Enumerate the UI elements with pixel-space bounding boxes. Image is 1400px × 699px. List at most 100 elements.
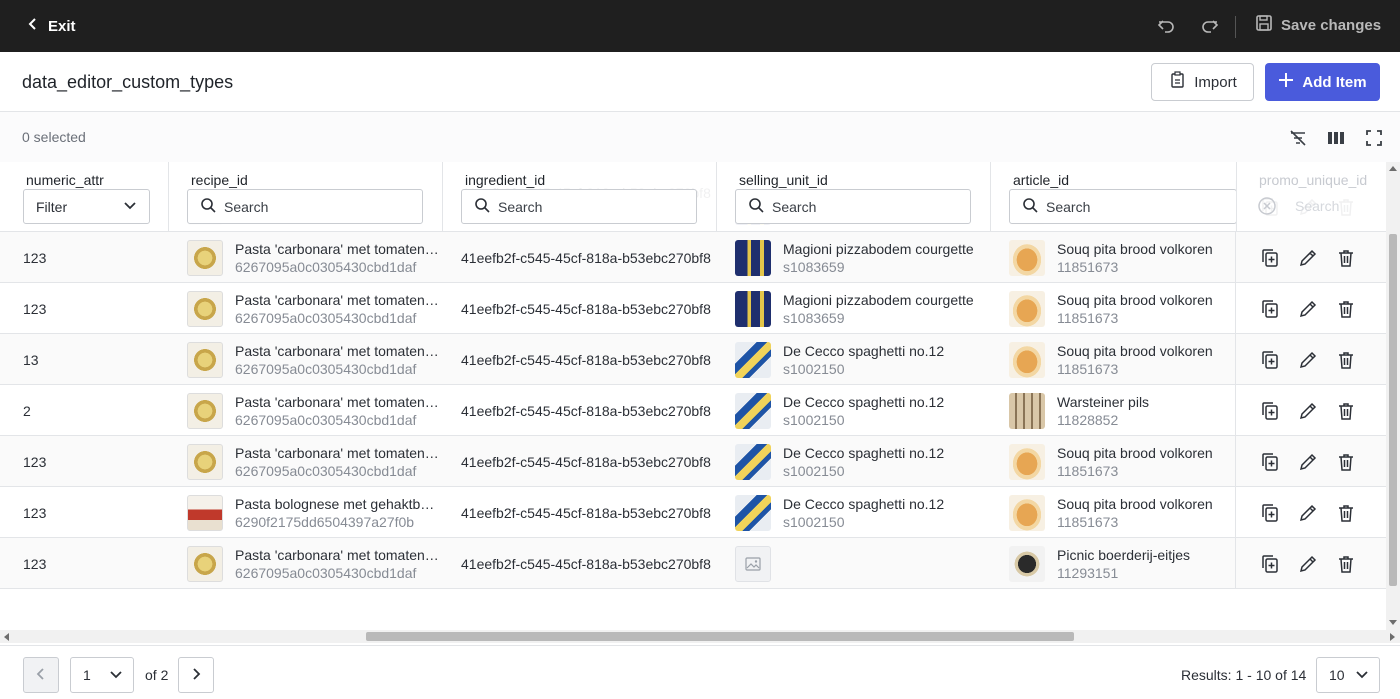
article-id: 11293151 — [1057, 564, 1119, 581]
edit-icon[interactable] — [1296, 399, 1320, 423]
article-image — [1009, 239, 1045, 276]
numeric-cell: 123 — [23, 555, 47, 572]
import-button[interactable]: Import — [1151, 63, 1254, 101]
recipe-id-search[interactable] — [187, 189, 423, 224]
article-name: Warsteiner pils — [1057, 393, 1150, 410]
scroll-left-arrow[interactable] — [4, 633, 9, 641]
article-cell: Souq pita brood volkoren 11851673 — [1009, 334, 1213, 385]
clear-circle-icon — [1257, 196, 1277, 219]
column-header-recipe-id[interactable]: recipe_id — [191, 172, 248, 188]
ingredient-id-search-input[interactable] — [498, 198, 678, 215]
recipe-image — [187, 341, 223, 378]
exit-button[interactable]: Exit — [26, 17, 76, 35]
save-changes-button[interactable]: Save changes — [1255, 14, 1381, 36]
duplicate-icon[interactable] — [1258, 552, 1282, 576]
page-size-select[interactable]: 10 — [1316, 657, 1380, 693]
import-icon — [1168, 71, 1186, 93]
row-actions — [1235, 334, 1386, 385]
article-image — [1009, 290, 1045, 327]
ingredient-cell: 41eefb2f-c545-45cf-818a-b53ebc270bf8 — [461, 555, 711, 572]
delete-icon[interactable] — [1334, 297, 1358, 321]
table-row[interactable]: 123 Pasta bolognese met gehaktballetj... 6… — [0, 487, 1386, 538]
selling-unit-image — [735, 239, 771, 276]
add-item-label: Add Item — [1302, 73, 1367, 91]
recipe-name: Pasta bolognese met gehaktballetj... — [235, 495, 441, 512]
table-row[interactable]: 13 Pasta 'carbonara' met tomatensala... 62… — [0, 334, 1386, 385]
column-divider — [990, 162, 991, 232]
chevron-down-icon — [1355, 667, 1369, 684]
previous-page-button[interactable] — [23, 657, 59, 693]
numeric-filter-select[interactable]: Filter — [23, 189, 150, 224]
scroll-right-arrow[interactable] — [1390, 633, 1395, 641]
recipe-id-search-input[interactable] — [224, 198, 404, 215]
delete-icon[interactable] — [1334, 450, 1358, 474]
delete-icon[interactable] — [1334, 399, 1358, 423]
recipe-name: Pasta 'carbonara' met tomatensala... — [235, 444, 441, 461]
duplicate-icon[interactable] — [1258, 348, 1282, 372]
divider — [1235, 16, 1236, 38]
fullscreen-icon[interactable] — [1362, 126, 1386, 150]
edit-icon[interactable] — [1296, 501, 1320, 525]
recipe-name: Pasta 'carbonara' met tomatensala... — [235, 291, 441, 308]
add-item-button[interactable]: Add Item — [1265, 63, 1380, 101]
selling-unit-name: De Cecco spaghetti no.12 — [783, 393, 945, 410]
chevron-down-icon — [123, 198, 137, 215]
ghost-search-label: Search — [1295, 198, 1340, 214]
selling-unit-cell: De Cecco spaghetti no.12 s1002150 — [735, 385, 944, 436]
clear-filters-icon[interactable] — [1286, 126, 1310, 150]
vertical-scrollbar[interactable] — [1386, 162, 1400, 632]
table-row[interactable]: 2 Pasta 'carbonara' met tomatensala... 626… — [0, 385, 1386, 436]
selling-unit-name: Magioni pizzabodem courgette — [783, 240, 974, 257]
next-page-button[interactable] — [178, 657, 214, 693]
delete-icon[interactable] — [1334, 552, 1358, 576]
delete-icon[interactable] — [1334, 246, 1358, 270]
horizontal-scroll-thumb[interactable] — [366, 632, 1074, 641]
article-id: 11828852 — [1057, 411, 1119, 428]
undo-icon[interactable] — [1154, 14, 1178, 38]
edit-icon[interactable] — [1296, 297, 1320, 321]
duplicate-icon[interactable] — [1258, 501, 1282, 525]
ingredient-id-search[interactable] — [461, 189, 697, 224]
duplicate-icon[interactable] — [1258, 399, 1282, 423]
selling-unit-cell: Magioni pizzabodem courgette s1083659 — [735, 232, 974, 283]
article-id-search[interactable] — [1009, 189, 1237, 224]
plus-icon — [1278, 72, 1294, 92]
recipe-id: 6290f2175dd6504397a27f0b — [235, 513, 415, 530]
selling-unit-id-search-input[interactable] — [772, 198, 952, 215]
recipe-id: 6267095a0c0305430cbd1daf — [235, 360, 417, 377]
edit-icon[interactable] — [1296, 552, 1320, 576]
delete-icon[interactable] — [1334, 501, 1358, 525]
column-header-article-id[interactable]: article_id — [1013, 172, 1069, 188]
delete-icon[interactable] — [1334, 348, 1358, 372]
selling-unit-cell — [735, 538, 783, 589]
edit-icon[interactable] — [1296, 348, 1320, 372]
page-select[interactable]: 1 — [70, 657, 134, 693]
selling-unit-cell: Magioni pizzabodem courgette s1083659 — [735, 283, 974, 334]
chevron-left-icon — [34, 667, 48, 684]
column-header-row: numeric_attr Filter recipe_id ingredient… — [0, 162, 1386, 232]
table-row[interactable]: 123 Pasta 'carbonara' met tomatensala... 6… — [0, 436, 1386, 487]
table-row[interactable]: 123 Pasta 'carbonara' met tomatensala... 6… — [0, 283, 1386, 334]
column-header-numeric-attr[interactable]: numeric_attr — [26, 172, 104, 188]
scroll-up-arrow[interactable] — [1389, 166, 1397, 171]
numeric-cell: 123 — [23, 504, 47, 521]
selling-unit-id-search[interactable] — [735, 189, 971, 224]
horizontal-scrollbar[interactable] — [0, 630, 1400, 643]
table-row[interactable]: 123 Pasta 'carbonara' met tomatensala... 6… — [0, 538, 1386, 589]
table-row[interactable]: 123 Pasta 'carbonara' met tomatensala... 6… — [0, 232, 1386, 283]
recipe-image — [187, 545, 223, 582]
duplicate-icon[interactable] — [1258, 297, 1282, 321]
article-id-search-input[interactable] — [1046, 198, 1226, 215]
column-header-selling-unit-id[interactable]: selling_unit_id — [739, 172, 828, 188]
scroll-down-arrow[interactable] — [1389, 620, 1397, 625]
edit-icon[interactable] — [1296, 450, 1320, 474]
duplicate-icon[interactable] — [1258, 450, 1282, 474]
article-name: Souq pita brood volkoren — [1057, 342, 1213, 359]
column-header-ingredient-id[interactable]: ingredient_id — [465, 172, 545, 188]
edit-icon[interactable] — [1296, 246, 1320, 270]
article-cell: Souq pita brood volkoren 11851673 — [1009, 283, 1213, 334]
duplicate-icon[interactable] — [1258, 246, 1282, 270]
vertical-scroll-thumb[interactable] — [1389, 234, 1397, 586]
redo-icon[interactable] — [1198, 14, 1222, 38]
columns-icon[interactable] — [1324, 126, 1348, 150]
